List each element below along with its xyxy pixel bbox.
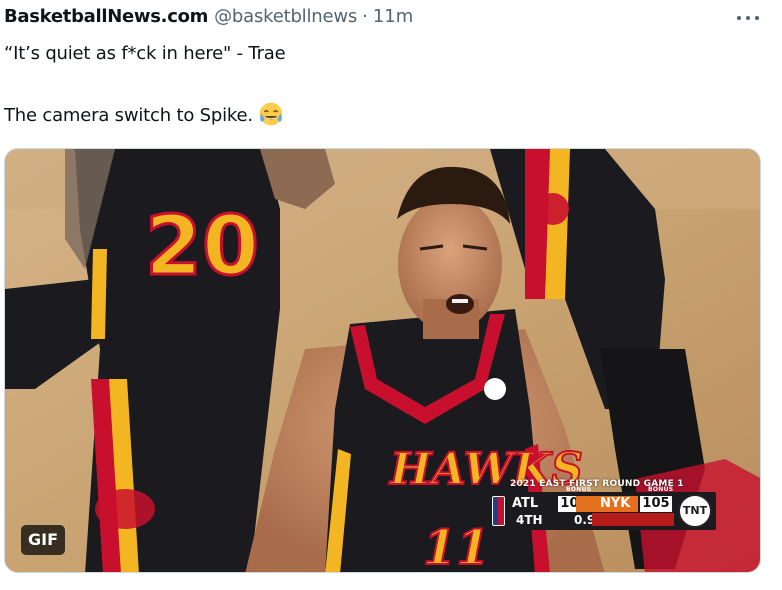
separator-dot: · (362, 6, 368, 27)
more-options-icon[interactable] (733, 9, 763, 29)
away-score: 105 (640, 496, 672, 512)
tweet-timestamp[interactable]: 11m (373, 6, 413, 27)
gif-media[interactable]: 20 HAWKS 11 2021 EAST FIRST ROUND GAME 1… (4, 148, 761, 573)
face-with-tears-of-joy-icon (259, 102, 283, 126)
tnt-logo-icon: TNT (678, 494, 712, 528)
tv-scorebug: 2021 EAST FIRST ROUND GAME 1 BONUS BONUS… (488, 479, 716, 531)
scorebug-panel: BONUS BONUS ATL 107 NYK 105 4TH 0.9 TNT (488, 486, 716, 530)
nba-logo-icon (492, 496, 505, 526)
center-jersey-number: 11 (423, 520, 490, 573)
left-jersey-number: 20 (145, 199, 259, 294)
away-bonus-label: BONUS (648, 486, 674, 493)
home-team: ATL (512, 496, 539, 511)
game-period: 4TH (516, 513, 543, 527)
tweet-text: “It’s quiet as f*ck in here" - Trae The … (4, 42, 286, 128)
tweet-text-line-2: The camera switch to Spike. (4, 102, 285, 128)
away-team: NYK (600, 496, 631, 511)
tweet: BasketballNews.com @basketbllnews · 11m … (0, 0, 782, 590)
author-name[interactable]: BasketballNews.com (4, 6, 208, 27)
shot-clock-bar (592, 513, 674, 526)
tweet-text-line-1: “It’s quiet as f*ck in here" - Trae (4, 43, 286, 64)
author-handle[interactable]: @basketbllnews (214, 6, 357, 27)
tweet-text-line-2-content: The camera switch to Spike. (4, 105, 253, 126)
gif-badge: GIF (21, 525, 65, 555)
home-bonus-label: BONUS (566, 486, 592, 493)
tweet-header: BasketballNews.com @basketbllnews · 11m (4, 6, 413, 32)
